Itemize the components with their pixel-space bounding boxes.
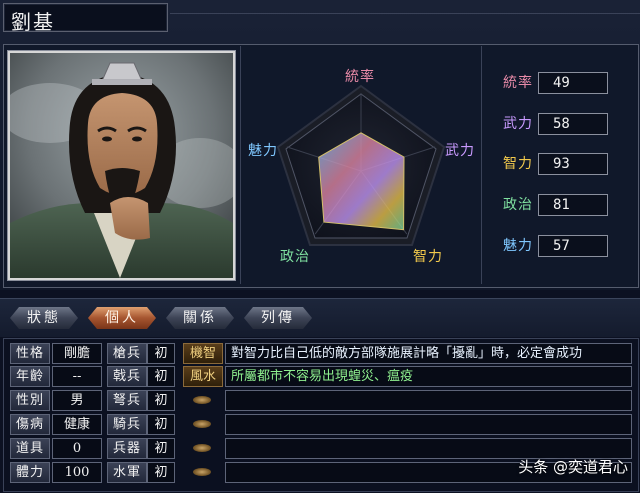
tab-biography[interactable]: 列傳: [244, 307, 312, 329]
attr-label-gender: 性別: [10, 390, 50, 411]
gem-icon: [193, 468, 211, 476]
skill-name-1[interactable]: 機智: [183, 343, 223, 364]
stat-value-politics: 81: [538, 194, 608, 216]
attr-label-personality: 性格: [10, 343, 50, 364]
skill-description-4: [225, 414, 632, 435]
stat-value-charm: 57: [538, 235, 608, 257]
skill-name-2[interactable]: 風水: [183, 366, 223, 387]
skill-description-1: 對智力比自己低的敵方部隊施展計略「擾亂」時，必定會成功: [225, 343, 632, 364]
skill-description-2: 所屬都市不容易出現蝗災、瘟疫: [225, 366, 632, 387]
attr-value-age: --: [52, 366, 102, 387]
attr-value-gender: 男: [52, 390, 102, 411]
stat-label-leadership: 統率: [503, 75, 533, 91]
attr-value-personality: 剛膽: [52, 343, 102, 364]
gem-icon: [193, 444, 211, 452]
troop-label-halberd: 戟兵: [107, 366, 147, 387]
stat-value-intelligence: 93: [538, 153, 608, 175]
radar-label-leadership: 統率: [345, 69, 375, 85]
radar-label-politics: 政治: [280, 249, 310, 265]
stat-label-war: 武力: [503, 116, 533, 132]
skill-slot-3[interactable]: [183, 390, 221, 409]
skill-slot-6[interactable]: [183, 462, 221, 481]
troop-label-siege: 兵器: [107, 438, 147, 459]
attr-value-items: 0: [52, 438, 102, 459]
attr-label-stamina: 體力: [10, 462, 50, 483]
radar-label-intelligence: 智力: [413, 249, 443, 265]
stat-label-intelligence: 智力: [503, 156, 533, 172]
attr-value-stamina: 100: [52, 462, 102, 483]
character-portrait: [10, 53, 233, 278]
radar-label-war: 武力: [445, 143, 475, 159]
name-panel: 劉基: [3, 3, 168, 34]
troop-value-halberd: 初: [147, 366, 175, 387]
troop-label-navy: 水軍: [107, 462, 147, 483]
skill-slot-5[interactable]: [183, 438, 221, 457]
skill-slot-4[interactable]: [183, 414, 221, 433]
tab-personal[interactable]: 個人: [88, 307, 156, 329]
troop-value-spear: 初: [147, 343, 175, 364]
stat-label-charm: 魅力: [503, 238, 533, 254]
skill-description-3: [225, 390, 632, 411]
attr-value-health: 健康: [52, 414, 102, 435]
troop-label-cavalry: 騎兵: [107, 414, 147, 435]
portrait-frame: [7, 50, 236, 281]
troop-value-navy: 初: [147, 462, 175, 483]
gem-icon: [193, 420, 211, 428]
watermark: 头条 @奕道君心: [518, 458, 628, 476]
tab-status[interactable]: 狀態: [10, 307, 78, 329]
troop-value-siege: 初: [147, 438, 175, 459]
stat-value-leadership: 49: [538, 72, 608, 94]
stat-label-politics: 政治: [503, 197, 533, 213]
attr-label-health: 傷病: [10, 414, 50, 435]
tab-relations[interactable]: 關係: [166, 307, 234, 329]
attr-label-age: 年齡: [10, 366, 50, 387]
gem-icon: [193, 396, 211, 404]
troop-label-spear: 槍兵: [107, 343, 147, 364]
character-name: 劉基: [11, 10, 55, 34]
attr-label-items: 道具: [10, 438, 50, 459]
troop-value-cavalry: 初: [147, 414, 175, 435]
troop-value-crossbow: 初: [147, 390, 175, 411]
stats-radar-chart: 統率 武力 魅力 政治 智力: [240, 46, 482, 284]
radar-label-charm: 魅力: [248, 143, 278, 159]
troop-label-crossbow: 弩兵: [107, 390, 147, 411]
header-divider: [170, 13, 640, 14]
stat-value-war: 58: [538, 113, 608, 135]
